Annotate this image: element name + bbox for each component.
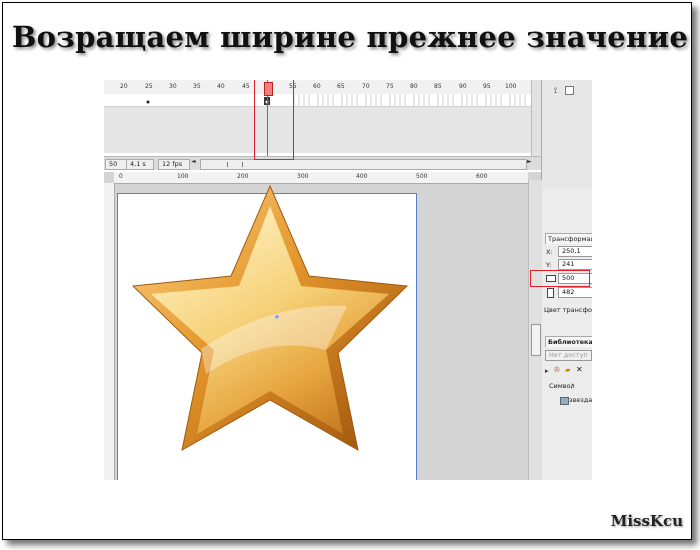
ruler-label: 100	[177, 173, 189, 180]
ruler-label: 60	[313, 83, 321, 90]
ruler-label: 25	[145, 83, 153, 90]
current-frame: 50	[105, 159, 127, 170]
stage-ruler-horizontal: 0 100 200 300 400 500 600	[114, 172, 528, 184]
author-signature: MissKcu	[610, 512, 683, 530]
library-document-select[interactable]: Нет доступ	[545, 350, 592, 361]
new-folder-icon[interactable]: ▰	[565, 366, 570, 374]
scrollbar-thumb[interactable]	[227, 162, 243, 167]
play-icon[interactable]: ▸	[545, 367, 549, 375]
ruler-label: 20	[120, 83, 128, 90]
no-color-icon[interactable]	[565, 86, 574, 95]
x-label: X:	[546, 248, 553, 256]
ruler-label: 95	[483, 83, 491, 90]
star-symbol[interactable]: +	[121, 184, 421, 474]
ruler-label: 80	[410, 83, 418, 90]
timeline-empty-area	[104, 107, 531, 153]
ruler-label: 30	[169, 83, 177, 90]
ruler-label: 75	[386, 83, 394, 90]
ruler-label: 35	[193, 83, 201, 90]
timeline-panel: 20 25 30 35 40 45 50 55 60 65 70 75 80 8…	[104, 80, 542, 172]
color-transform-label: Цвет трансфор	[544, 306, 592, 314]
svg-text:+: +	[274, 313, 280, 321]
ruler-label: 85	[434, 83, 442, 90]
timeline-ruler: 20 25 30 35 40 45 50 55 60 65 70 75 80 8…	[104, 80, 531, 95]
frame-cells	[146, 94, 526, 106]
y-label: Y:	[546, 261, 552, 269]
timeline-status-bar: 50 4,1 s 12 fps ◄ ►	[104, 156, 541, 170]
ruler-label: 500	[416, 173, 428, 180]
height-icon	[547, 288, 554, 298]
tools-panel: ⟟	[541, 80, 592, 188]
ruler-label: 200	[237, 173, 249, 180]
playhead-highlight	[254, 80, 294, 160]
ruler-label: 65	[337, 83, 345, 90]
stage-ruler-vertical	[104, 183, 115, 480]
transform-panel-tab[interactable]: Трансформаци	[545, 233, 592, 244]
sort-indicator: /	[571, 382, 574, 390]
scroll-right-icon[interactable]: ►	[527, 158, 532, 165]
ruler-label: 600	[476, 173, 488, 180]
library-panel-tab[interactable]: Библиотека	[545, 336, 592, 347]
library-item-name[interactable]: звезда	[569, 396, 592, 404]
delete-icon[interactable]: ✕	[576, 365, 583, 374]
flash-screenshot: 20 25 30 35 40 45 50 55 60 65 70 75 80 8…	[104, 80, 592, 480]
ruler-label: 400	[356, 173, 368, 180]
ruler-label: 100	[505, 83, 517, 90]
elapsed-time: 4,1 s	[126, 159, 154, 170]
new-symbol-icon[interactable]: ✇	[554, 366, 560, 374]
width-field-highlight	[530, 270, 590, 287]
scrollbar-thumb[interactable]	[531, 324, 541, 356]
ruler-label: 70	[362, 83, 370, 90]
ruler-label: 40	[217, 83, 225, 90]
frame-rate[interactable]: 12 fps	[158, 159, 190, 170]
ruler-label: 0	[119, 173, 123, 180]
stage-vertical-scrollbar[interactable]	[528, 180, 542, 480]
stage: +	[115, 184, 528, 480]
y-field[interactable]: 241	[558, 259, 592, 270]
paint-bucket-icon[interactable]: ⟟	[554, 86, 557, 96]
symbol-icon	[560, 397, 569, 405]
height-field[interactable]: 482	[558, 287, 592, 298]
ruler-label: 90	[459, 83, 467, 90]
x-field[interactable]: 250,1	[558, 246, 592, 257]
ruler-label: 45	[242, 83, 250, 90]
timeline-horizontal-scrollbar[interactable]	[200, 159, 527, 170]
scroll-left-icon[interactable]: ◄	[191, 158, 196, 165]
timeline-frames[interactable]	[104, 94, 531, 107]
slide-title: Возращаем ширине прежнее значение	[11, 20, 689, 54]
ruler-label: 300	[297, 173, 309, 180]
